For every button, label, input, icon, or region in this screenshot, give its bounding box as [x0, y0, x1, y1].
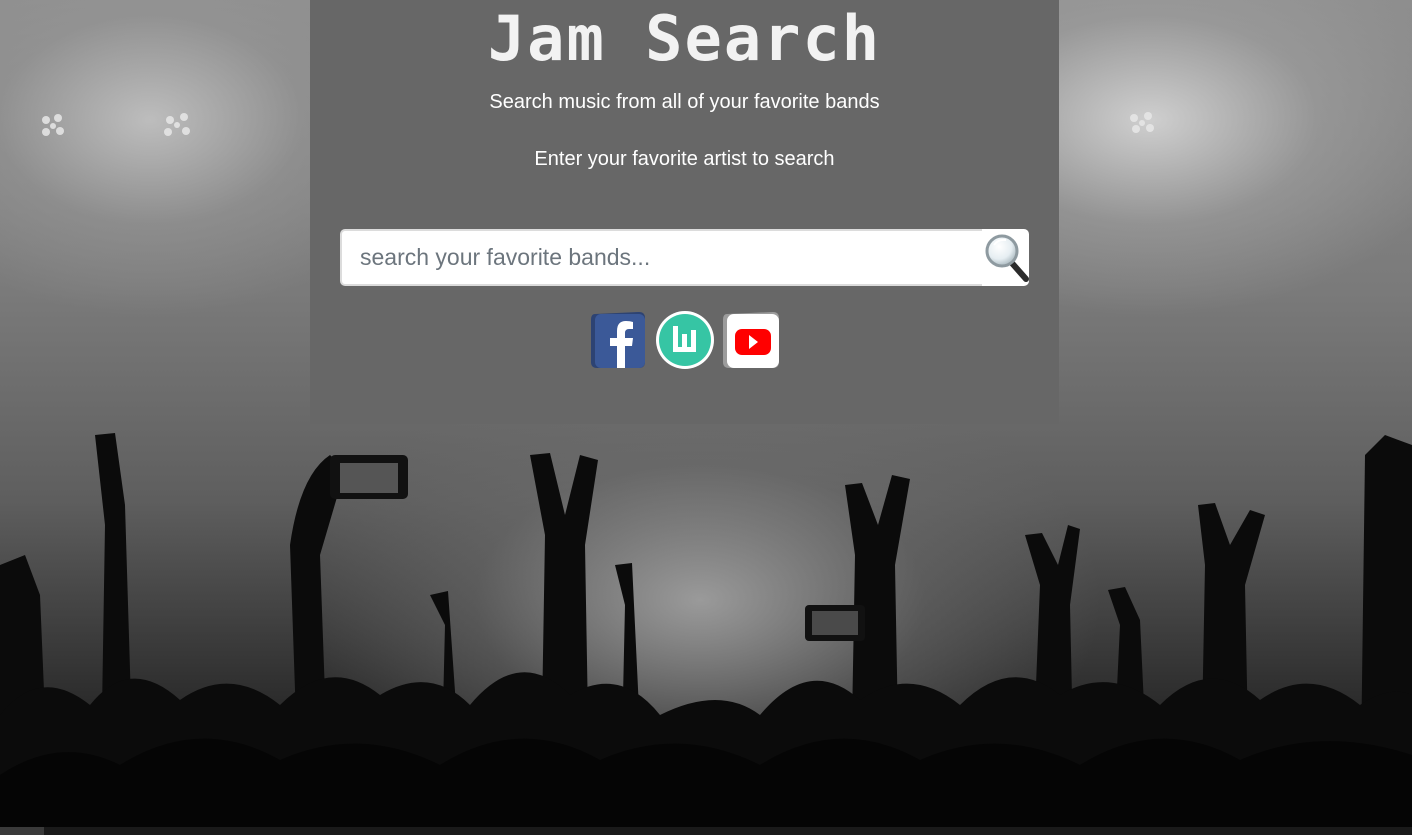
facebook-link[interactable]: [589, 310, 649, 370]
app-subtitle: Search music from all of your favorite b…: [489, 91, 880, 113]
bandsintown-link[interactable]: [655, 310, 715, 370]
search-button[interactable]: [982, 229, 1029, 286]
search-input[interactable]: [340, 229, 982, 286]
youtube-icon: [722, 312, 779, 368]
crowd-silhouette: [0, 433, 1412, 835]
page-background: Jam Search Search music from all of your…: [0, 0, 1412, 835]
search-prompt: Enter your favorite artist to search: [534, 148, 835, 170]
search-panel: Jam Search Search music from all of your…: [310, 0, 1059, 424]
social-links: [310, 310, 1059, 370]
scrollbar-thumb[interactable]: [0, 827, 44, 835]
horizontal-scrollbar[interactable]: [0, 827, 1412, 835]
app-title: Jam Search: [487, 2, 882, 75]
facebook-icon: [590, 312, 645, 368]
bandsintown-icon: [655, 311, 714, 369]
magnifying-glass-icon: [985, 234, 1029, 282]
youtube-link[interactable]: [721, 310, 781, 370]
search-bar: [340, 229, 1029, 286]
